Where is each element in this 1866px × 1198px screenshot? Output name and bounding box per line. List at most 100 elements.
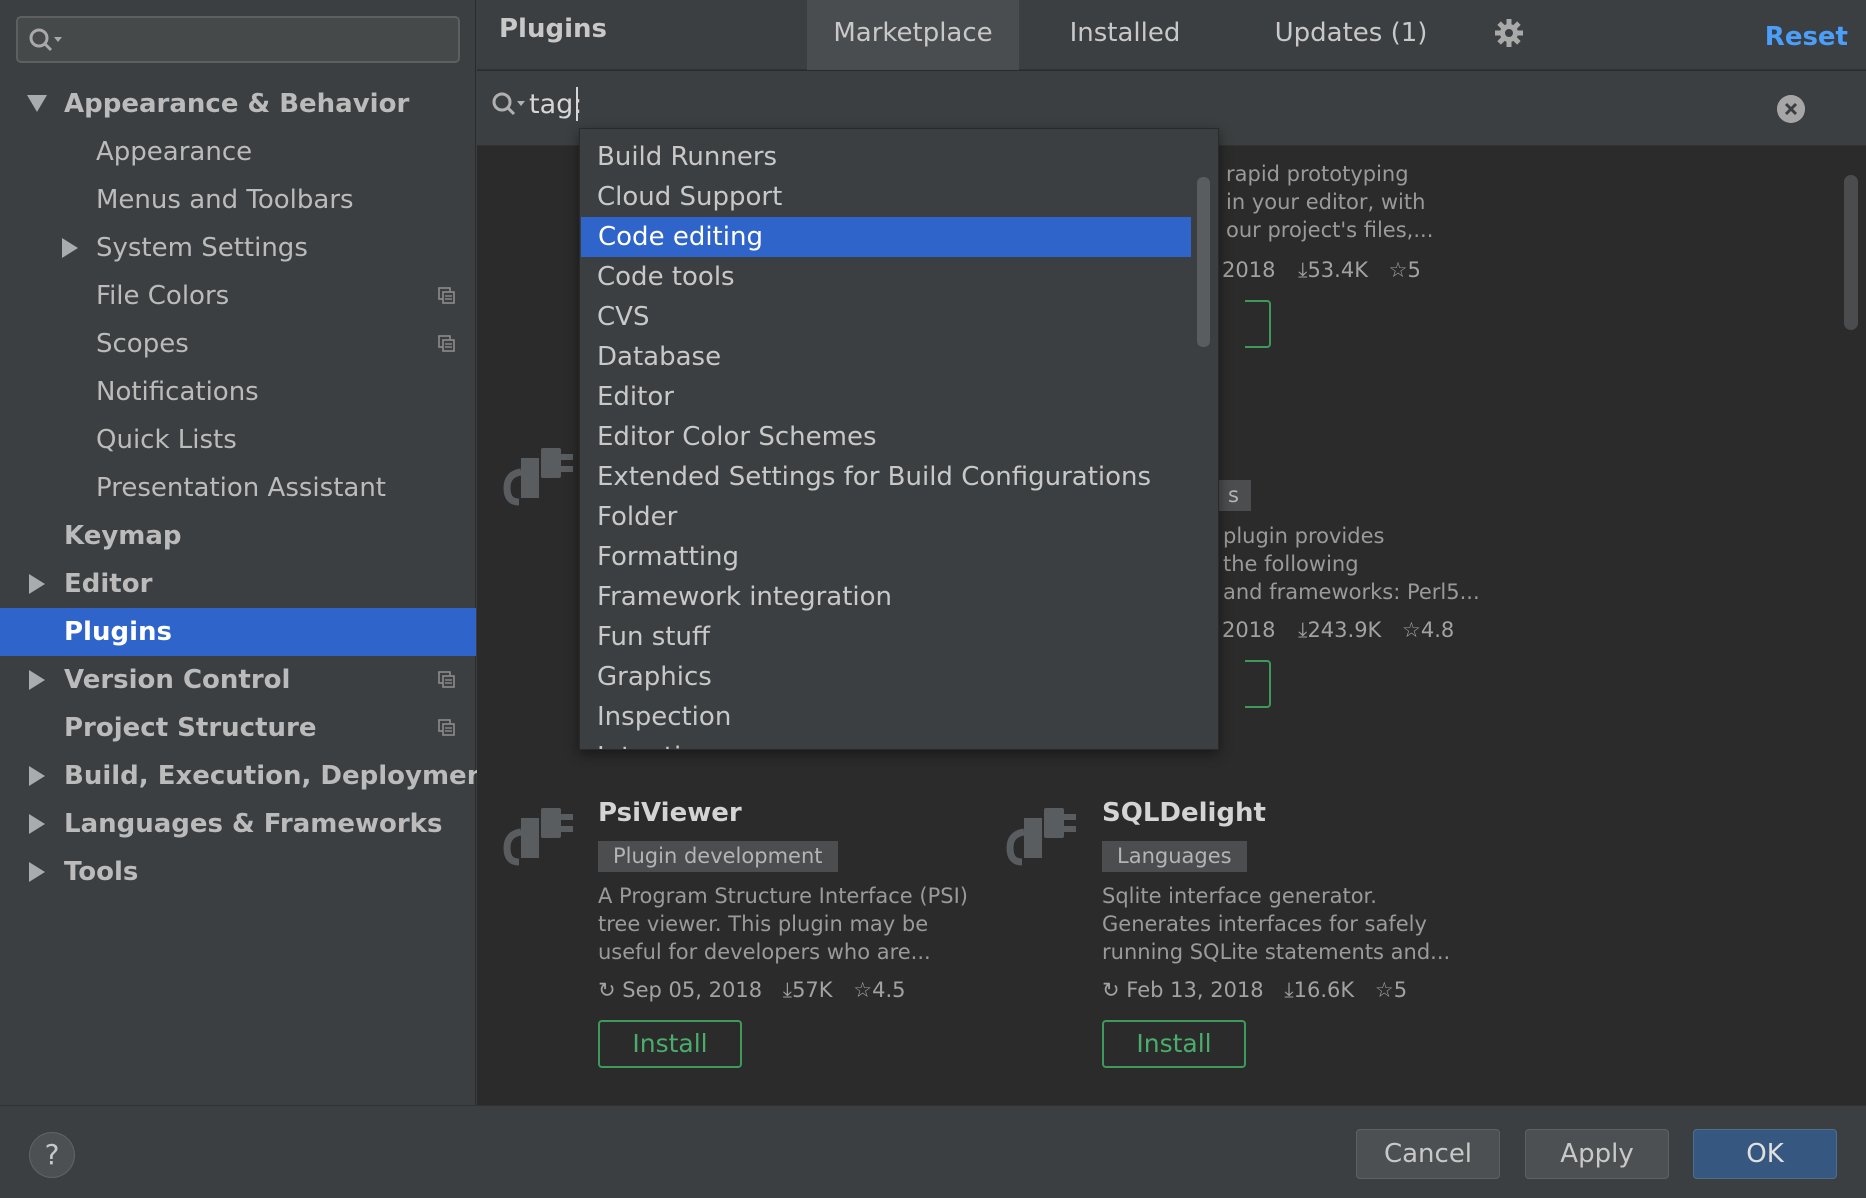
refresh-icon: ↻ xyxy=(1102,978,1120,1002)
suggestion-item[interactable]: Code tools xyxy=(580,257,1192,297)
refresh-icon: ↻ xyxy=(598,978,616,1002)
star-icon: ☆ xyxy=(1388,258,1408,282)
suggestion-item[interactable]: Extended Settings for Build Configuratio… xyxy=(580,457,1192,497)
tree-item-label: Appearance & Behavior xyxy=(64,89,410,119)
tree-item-label: Scopes xyxy=(96,329,189,359)
suggestion-item-selected[interactable]: Code editing xyxy=(581,217,1191,257)
suggestion-item[interactable]: Inspection xyxy=(580,697,1192,737)
download-count: 16.6K xyxy=(1293,978,1355,1002)
project-copy-icon xyxy=(438,287,455,304)
plugin-tag: Plugin development xyxy=(598,841,838,872)
gear-icon[interactable] xyxy=(1494,18,1524,48)
chevron-right-icon[interactable] xyxy=(62,238,78,258)
ok-button[interactable]: OK xyxy=(1693,1129,1837,1179)
plugin-search-input[interactable]: tag: xyxy=(529,89,582,120)
settings-search-input[interactable] xyxy=(16,16,460,63)
install-button[interactable]: Install xyxy=(1102,1020,1246,1068)
suggestion-item[interactable]: Folder xyxy=(580,497,1192,537)
tree-item-project-structure[interactable]: Project Structure xyxy=(0,704,476,752)
search-icon xyxy=(29,28,62,52)
install-button[interactable] xyxy=(1245,300,1271,348)
project-copy-icon xyxy=(438,335,455,352)
tree-item-appearance[interactable]: Appearance xyxy=(0,128,476,176)
plugin-tag: s xyxy=(1218,480,1251,511)
tab-installed[interactable]: Installed xyxy=(1037,0,1213,70)
plugins-header: Plugins Marketplace Installed Updates (1… xyxy=(477,0,1866,70)
apply-button[interactable]: Apply xyxy=(1525,1129,1669,1179)
suggestion-item[interactable]: Formatting xyxy=(580,537,1192,577)
tab-marketplace[interactable]: Marketplace xyxy=(807,0,1019,70)
tree-item-label: Build, Execution, Deployment xyxy=(64,761,498,791)
suggestion-item[interactable]: Editor Color Schemes xyxy=(580,417,1192,457)
tree-item-label: Menus and Toolbars xyxy=(96,185,354,215)
chevron-down-icon[interactable] xyxy=(27,95,47,112)
tree-item-keymap[interactable]: Keymap xyxy=(0,512,476,560)
tree-item-menus-toolbars[interactable]: Menus and Toolbars xyxy=(0,176,476,224)
suggestion-item[interactable]: Fun stuff xyxy=(580,617,1192,657)
tree-item-label: File Colors xyxy=(96,281,230,311)
tree-item-tools[interactable]: Tools xyxy=(0,848,476,896)
chevron-right-icon[interactable] xyxy=(29,766,45,786)
star-icon: ☆ xyxy=(853,978,873,1002)
tree-item-label: Keymap xyxy=(64,521,182,551)
star-icon: ☆ xyxy=(1402,618,1421,642)
tree-item-label: Version Control xyxy=(64,665,291,695)
plugin-meta: 2018 ⤓53.4K ☆5 xyxy=(1222,258,1421,283)
tree-item-file-colors[interactable]: File Colors xyxy=(0,272,476,320)
list-scrollbar[interactable] xyxy=(1844,175,1858,330)
tree-item-label: System Settings xyxy=(96,233,308,263)
suggestion-item[interactable]: Database xyxy=(580,337,1192,377)
suggestion-item[interactable]: Editor xyxy=(580,377,1192,417)
rating: 4.5 xyxy=(872,978,906,1002)
tree-item-label: Appearance xyxy=(96,137,253,167)
chevron-right-icon[interactable] xyxy=(29,670,45,690)
install-button[interactable]: Install xyxy=(598,1020,742,1068)
chevron-right-icon[interactable] xyxy=(29,814,45,834)
suggestion-item[interactable]: Graphics xyxy=(580,657,1192,697)
help-button[interactable]: ? xyxy=(29,1132,75,1178)
suggestion-item[interactable]: CVS xyxy=(580,297,1192,337)
reset-link[interactable]: Reset xyxy=(1765,22,1848,52)
tree-item-build-execution-deployment[interactable]: Build, Execution, Deployment xyxy=(0,752,498,800)
install-button[interactable] xyxy=(1245,660,1271,708)
tree-item-presentation-assistant[interactable]: Presentation Assistant xyxy=(0,464,476,512)
plugin-meta: ↻ Sep 05, 2018 ⤓57K ☆4.5 xyxy=(598,978,905,1003)
tree-item-label: Editor xyxy=(64,569,153,599)
tree-item-appearance-behavior[interactable]: Appearance & Behavior xyxy=(0,80,476,128)
project-copy-icon xyxy=(438,671,455,688)
suggestion-item[interactable]: Framework integration xyxy=(580,577,1192,617)
suggestion-item[interactable]: Cloud Support xyxy=(580,177,1192,217)
plugin-name[interactable]: SQLDelight xyxy=(1102,798,1266,828)
tab-updates[interactable]: Updates (1) xyxy=(1263,0,1439,70)
dropdown-scrollbar[interactable] xyxy=(1197,177,1210,347)
tree-item-label: Presentation Assistant xyxy=(96,473,386,503)
suggestion-item[interactable]: Intention xyxy=(580,737,1192,749)
plugin-description: plugin provides the following and framew… xyxy=(1223,524,1480,604)
plugin-icon xyxy=(1006,808,1076,866)
plugin-icon xyxy=(503,448,573,506)
chevron-right-icon[interactable] xyxy=(29,862,45,882)
plugin-description: rapid prototyping in your editor, with o… xyxy=(1226,162,1434,242)
tree-item-languages-frameworks[interactable]: Languages & Frameworks xyxy=(0,800,476,848)
chevron-right-icon[interactable] xyxy=(29,574,45,594)
plugin-tag: Languages xyxy=(1102,841,1247,872)
tree-item-version-control[interactable]: Version Control xyxy=(0,656,476,704)
tree-item-plugins[interactable]: Plugins xyxy=(0,608,476,656)
download-count: 243.9K xyxy=(1307,618,1382,642)
tree-item-label: Project Structure xyxy=(64,713,317,743)
tree-item-label: Languages & Frameworks xyxy=(64,809,443,839)
suggestion-item[interactable]: Build Runners xyxy=(580,137,1192,177)
update-date: Feb 13, 2018 xyxy=(1126,978,1264,1002)
clear-icon[interactable] xyxy=(1777,95,1805,123)
tree-item-label: Plugins xyxy=(64,617,172,647)
plugin-meta: ↻ Feb 13, 2018 ⤓16.6K ☆5 xyxy=(1102,978,1407,1003)
tree-item-scopes[interactable]: Scopes xyxy=(0,320,476,368)
cancel-button[interactable]: Cancel xyxy=(1356,1129,1500,1179)
tree-item-system-settings[interactable]: System Settings xyxy=(0,224,476,272)
tree-item-editor[interactable]: Editor xyxy=(0,560,476,608)
tree-item-quick-lists[interactable]: Quick Lists xyxy=(0,416,476,464)
plugin-name[interactable]: PsiViewer xyxy=(598,798,742,828)
tag-suggestions-dropdown: Build Runners Cloud Support Code editing… xyxy=(579,128,1219,750)
rating: 4.8 xyxy=(1420,618,1455,642)
tree-item-notifications[interactable]: Notifications xyxy=(0,368,476,416)
